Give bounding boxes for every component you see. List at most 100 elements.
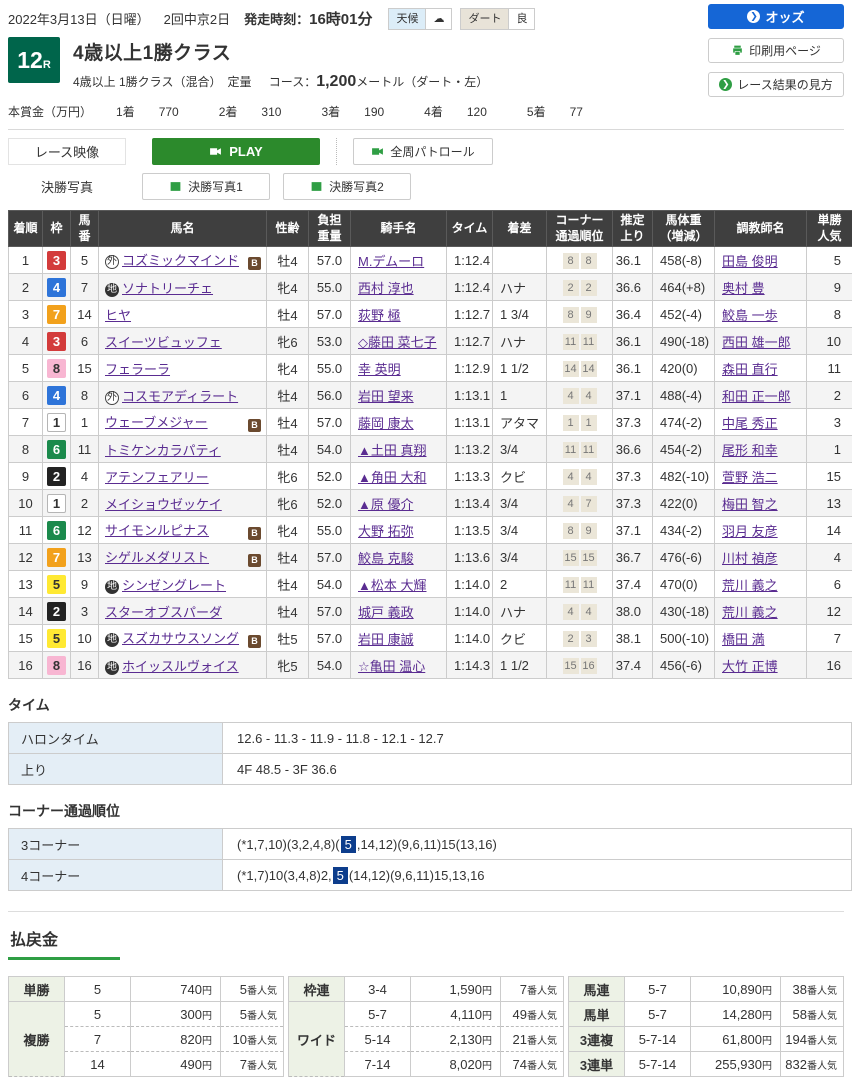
payout-popularity: 5番人気: [221, 1002, 284, 1027]
jockey-link[interactable]: 藤岡 康太: [358, 416, 414, 431]
win-favorite-rank: 16: [807, 652, 852, 679]
jockey-link[interactable]: 大野 拓弥: [358, 524, 414, 539]
horse-name-link[interactable]: サイモンルピナス: [105, 523, 209, 538]
trainer-link[interactable]: 田島 俊明: [722, 254, 778, 269]
horse-body-weight: 476(-6): [653, 544, 715, 571]
trainer-link[interactable]: 荒川 義之: [722, 605, 778, 620]
payout-amount-number: 14,280: [722, 1007, 762, 1022]
finish-position: 2: [9, 274, 43, 301]
horse-name-link[interactable]: ウェーブメジャー: [105, 415, 208, 430]
popularity-number: 74: [513, 1057, 527, 1072]
bet-combination: 3-4: [345, 977, 411, 1002]
trainer-link[interactable]: 梅田 智之: [722, 497, 778, 512]
horse-name-link[interactable]: アテンフェアリー: [105, 470, 209, 485]
trainer-link[interactable]: 橋田 満: [722, 632, 765, 647]
horse-name-link[interactable]: ヒヤ: [105, 308, 131, 323]
jockey-link[interactable]: ▲角田 大和: [358, 470, 426, 485]
result-row: 9 2 4 アテンフェアリー 牝6 52.0 ▲角田 大和 1:13.3 クビ …: [9, 463, 852, 490]
jockey-link[interactable]: ▲原 優介: [358, 497, 413, 512]
horse-name-link[interactable]: スターオブスパーダ: [105, 605, 222, 620]
jockey-link[interactable]: 鮫島 克駿: [358, 551, 414, 566]
sex-age: 牡4: [267, 544, 309, 571]
horse-name-link[interactable]: ソナトリーチェ: [122, 281, 213, 296]
jockey-link[interactable]: 西村 淳也: [358, 281, 414, 296]
horse-name-link[interactable]: メイショウゼッケイ: [105, 497, 222, 512]
frame-number: 2: [47, 467, 66, 486]
trainer-link[interactable]: 森田 直行: [722, 362, 778, 377]
jockey-link[interactable]: ◇藤田 菜七子: [358, 335, 437, 350]
trainer-link[interactable]: 鮫島 一歩: [722, 308, 778, 323]
finish-photo2-button[interactable]: 決勝写真2: [283, 173, 411, 200]
finish-photo1-button[interactable]: 決勝写真1: [142, 173, 270, 200]
corner-positions: 88: [547, 247, 613, 274]
payout-amount-unit: 円: [482, 1061, 492, 1072]
winner-highlight: 5: [333, 867, 348, 884]
payout-amount-number: 1,590: [449, 982, 482, 997]
finish-position: 12: [9, 544, 43, 571]
horse-name-link[interactable]: ホイッスルヴォイス: [122, 659, 239, 674]
sex-age: 牡4: [267, 436, 309, 463]
trainer-link[interactable]: 川村 禎彦: [722, 551, 778, 566]
column-header: 調教師名: [715, 211, 807, 247]
trainer-link[interactable]: 中尾 秀正: [722, 416, 778, 431]
horse-name-link[interactable]: スイーツビュッフェ: [105, 335, 222, 350]
finish-photo-row: 決勝写真 決勝写真1 決勝写真2: [8, 173, 844, 200]
payout-section: 払戻金 単勝5740円5番人気複勝5300円5番人気7820円10番人気1449…: [8, 911, 844, 1077]
payout-amount-number: 300: [180, 1007, 202, 1022]
horse-body-weight: 456(-6): [653, 652, 715, 679]
last-3f: 36.1: [613, 328, 653, 355]
result-row: 12 7 13 シゲルメダリストB 牡4 57.0 鮫島 克駿 1:13.6 3…: [9, 544, 852, 571]
horse-name-link[interactable]: シンゼングレート: [122, 578, 226, 593]
jockey-link[interactable]: ☆亀田 温心: [358, 659, 425, 674]
finish-time: 1:13.1: [447, 382, 493, 409]
corner-pass-number: 2: [563, 631, 579, 647]
trainer-link[interactable]: 萱野 浩二: [722, 470, 778, 485]
horse-name-link[interactable]: コスモアディラート: [122, 389, 238, 404]
horse-name-link[interactable]: シゲルメダリスト: [105, 550, 209, 565]
horse-name-link[interactable]: コズミックマインド: [122, 253, 239, 268]
trainer-link[interactable]: 和田 正一郎: [722, 389, 791, 404]
jockey-link[interactable]: 幸 英明: [358, 362, 401, 377]
play-button[interactable]: PLAY: [152, 138, 320, 165]
jockey-link[interactable]: ▲松本 大輝: [358, 578, 426, 593]
start-time-value: 16時01分: [309, 8, 372, 29]
trainer-link[interactable]: 尾形 和幸: [722, 443, 778, 458]
printer-icon: [731, 44, 744, 57]
trainer-link[interactable]: 荒川 義之: [722, 578, 778, 593]
win-favorite-rank: 10: [807, 328, 852, 355]
odds-button[interactable]: ❯ オッズ: [708, 4, 844, 29]
blinker-badge: B: [248, 635, 261, 648]
jockey-link[interactable]: 岩田 望来: [358, 389, 414, 404]
win-favorite-rank: 8: [807, 301, 852, 328]
horse-name-link[interactable]: スズカサウスソング: [122, 631, 239, 646]
trainer-link[interactable]: 西田 雄一郎: [722, 335, 791, 350]
sex-age: 牡4: [267, 247, 309, 274]
win-favorite-rank: 9: [807, 274, 852, 301]
patrol-video-button[interactable]: 全周パトロール: [353, 138, 493, 165]
jockey-link[interactable]: 岩田 康誠: [358, 632, 414, 647]
horse-prefix-mark: 地: [105, 580, 119, 594]
horse-name-link[interactable]: フェラーラ: [105, 362, 170, 377]
payout-amount-number: 10,890: [722, 982, 762, 997]
column-header: 推定 上り: [613, 211, 653, 247]
jockey-link[interactable]: 城戸 義政: [358, 605, 414, 620]
column-header: 性齢: [267, 211, 309, 247]
bet-type-label: 3連単: [569, 1052, 625, 1077]
course-suffix: メートル（ダート・左）: [356, 75, 488, 89]
bet-combination: 5-7: [345, 1002, 411, 1027]
bet-type-label: 枠連: [289, 977, 345, 1002]
jockey-cell: 岩田 康誠: [351, 625, 447, 652]
trainer-link[interactable]: 奥村 豊: [722, 281, 765, 296]
trainer-link[interactable]: 羽月 友彦: [722, 524, 778, 539]
patrol-wrap: 全周パトロール: [336, 138, 493, 165]
jockey-link[interactable]: M.デムーロ: [358, 254, 424, 269]
trainer-link[interactable]: 大竹 正博: [722, 659, 778, 674]
print-page-button[interactable]: 印刷用ページ: [708, 38, 844, 63]
horse-name-link[interactable]: トミケンカラパティ: [105, 443, 221, 458]
jockey-link[interactable]: ▲土田 真翔: [358, 443, 426, 458]
corner-positions: 1111: [547, 436, 613, 463]
result-guide-button[interactable]: ❯ レース結果の見方: [708, 72, 844, 97]
payout-popularity: 21番人気: [501, 1027, 564, 1052]
jockey-link[interactable]: 荻野 極: [358, 308, 401, 323]
carried-weight: 57.0: [309, 544, 351, 571]
